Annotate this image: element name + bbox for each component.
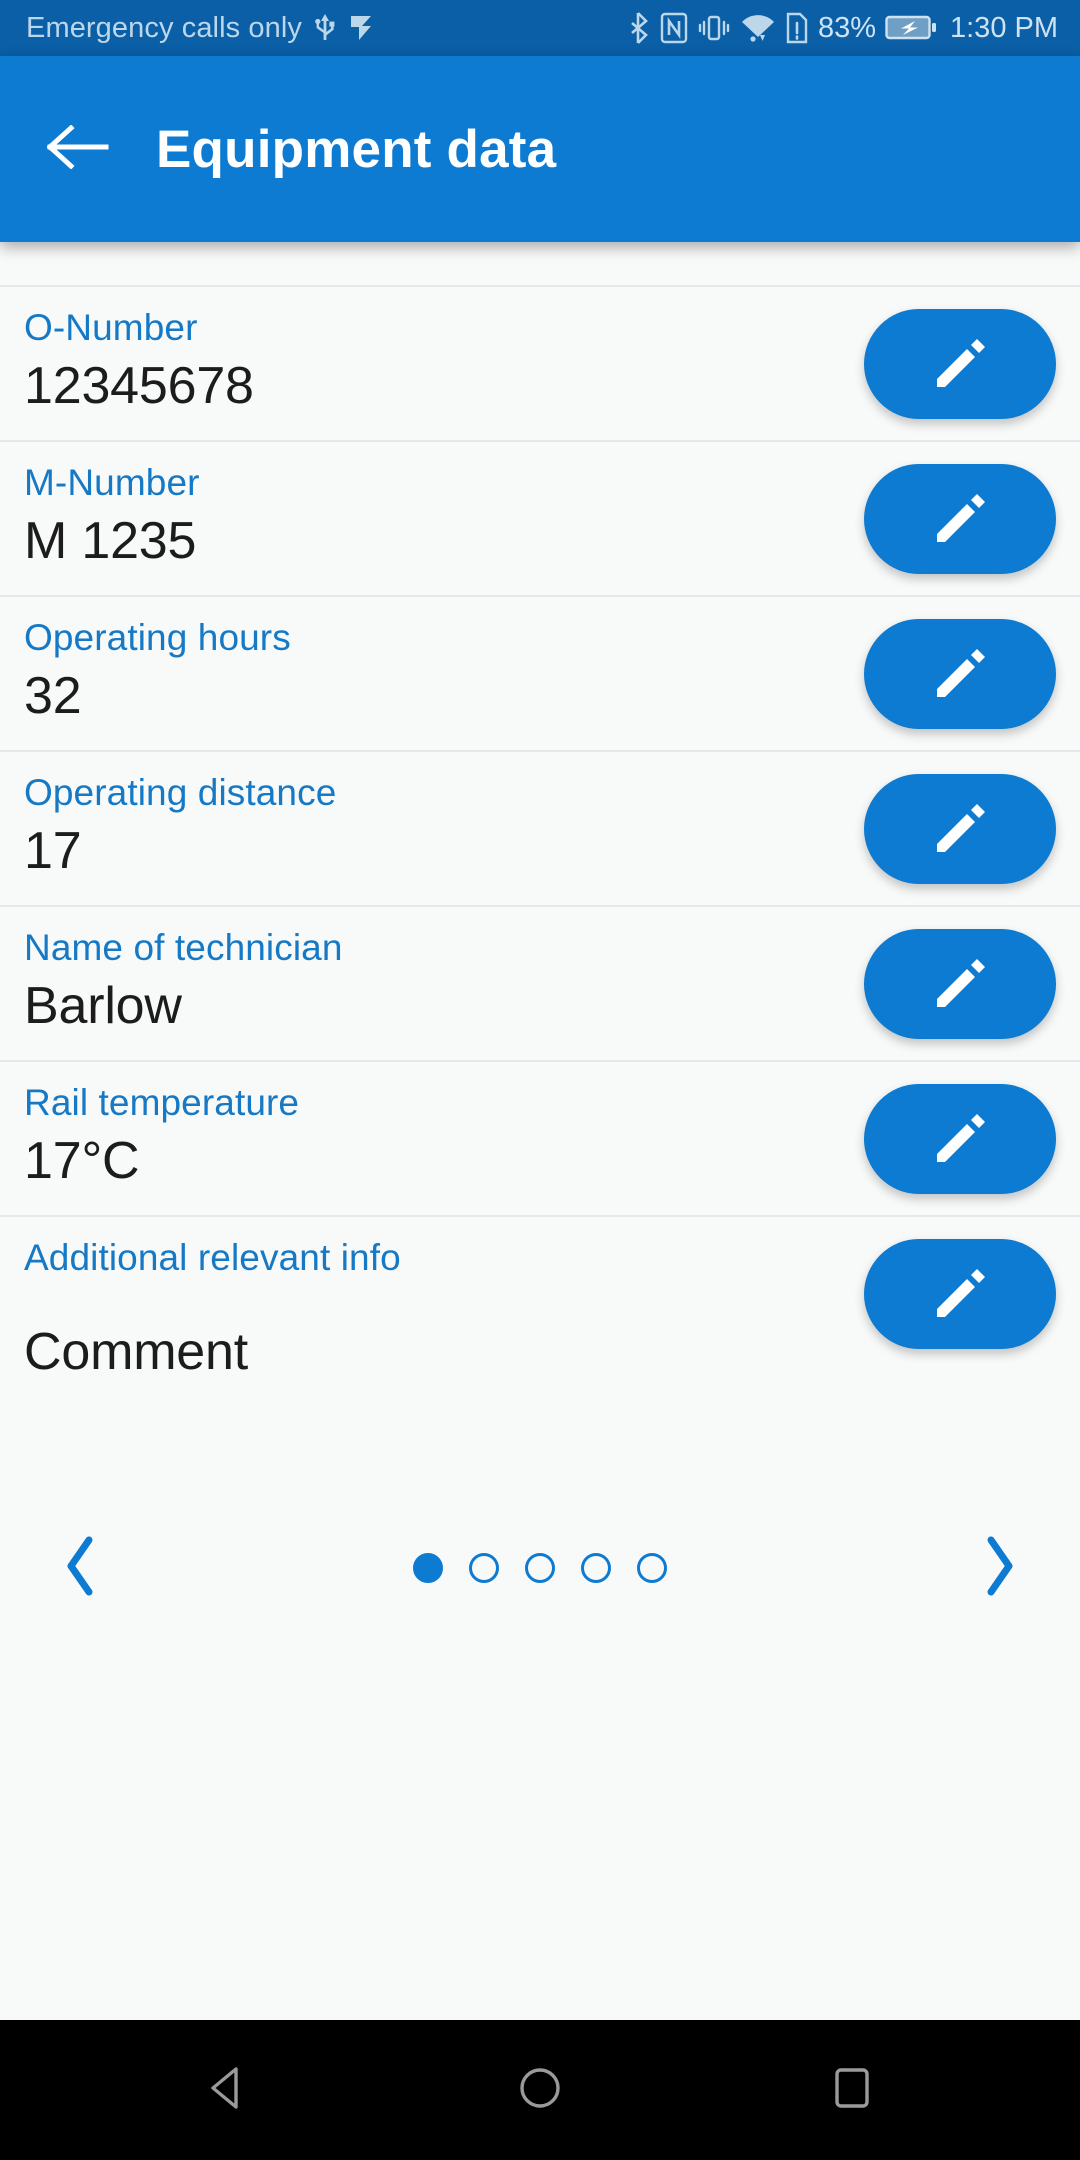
data-row: M-Number M 1235 (0, 440, 1080, 595)
battery-charging-icon (885, 14, 937, 42)
triangle-back-icon (201, 2061, 255, 2120)
page-dots (413, 1553, 667, 1583)
battery-percent-label: 83% (817, 11, 876, 44)
edit-button[interactable] (864, 619, 1056, 729)
edit-button[interactable] (864, 1239, 1056, 1349)
bluetooth-icon (627, 11, 651, 45)
page-dot[interactable] (413, 1553, 443, 1583)
pencil-icon (923, 1257, 997, 1331)
page-dot[interactable] (525, 1553, 555, 1583)
circle-home-icon (513, 2061, 567, 2120)
page-title: Equipment data (156, 119, 557, 179)
data-row: O-Number 12345678 (0, 285, 1080, 440)
edit-button[interactable] (864, 929, 1056, 1039)
data-row: Name of technician Barlow (0, 905, 1080, 1060)
pagination (0, 1505, 1080, 1599)
chevron-right-icon (981, 1535, 1017, 1602)
sim-alert-icon (785, 12, 809, 44)
page-dot[interactable] (581, 1553, 611, 1583)
status-bar-left: Emergency calls only (26, 12, 374, 45)
carrier-label: Emergency calls only (26, 11, 302, 44)
data-row: Additional relevant info Comment (0, 1215, 1080, 1505)
flag-icon (348, 13, 374, 43)
phone-screen: Emergency calls only 83% 1:30 PM Equipme… (0, 0, 1080, 2160)
wifi-icon (740, 13, 776, 43)
android-navigation-bar (0, 2020, 1080, 2160)
status-bar-right: 83% 1:30 PM (627, 11, 1058, 45)
nav-back-button[interactable] (192, 2054, 264, 2126)
data-row: Operating distance 17 (0, 750, 1080, 905)
edit-button[interactable] (864, 464, 1056, 574)
chevron-left-icon (63, 1535, 99, 1602)
clock-label: 1:30 PM (950, 11, 1058, 44)
pencil-icon (923, 792, 997, 866)
pencil-icon (923, 327, 997, 401)
vibrate-icon (697, 12, 731, 44)
back-button[interactable] (46, 117, 110, 181)
usb-icon (314, 12, 336, 44)
app-bar: Equipment data (0, 56, 1080, 242)
data-row: Rail temperature 17°C (0, 1060, 1080, 1215)
nfc-icon (660, 12, 688, 44)
nav-home-button[interactable] (504, 2054, 576, 2126)
page-dot[interactable] (469, 1553, 499, 1583)
next-page-button[interactable] (968, 1535, 1030, 1602)
data-row: Operating hours 32 (0, 595, 1080, 750)
page-dot[interactable] (637, 1553, 667, 1583)
status-bar: Emergency calls only 83% 1:30 PM (0, 0, 1080, 56)
previous-page-button[interactable] (50, 1535, 112, 1602)
square-recents-icon (825, 2061, 879, 2120)
pencil-icon (923, 1102, 997, 1176)
equipment-data-list: O-Number 12345678 M-Number M 1235 Operating … (0, 242, 1080, 2020)
pencil-icon (923, 482, 997, 556)
edit-button[interactable] (864, 309, 1056, 419)
edit-button[interactable] (864, 1084, 1056, 1194)
arrow-left-icon (46, 123, 109, 174)
edit-button[interactable] (864, 774, 1056, 884)
pencil-icon (923, 947, 997, 1021)
nav-recents-button[interactable] (816, 2054, 888, 2126)
pencil-icon (923, 637, 997, 711)
